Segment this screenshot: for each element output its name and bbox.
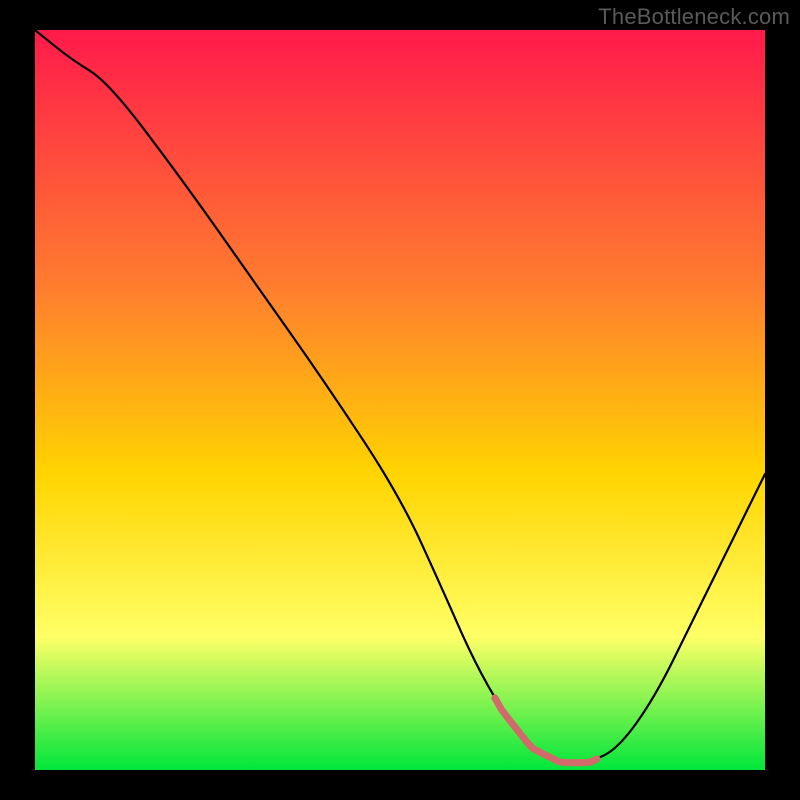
chart-svg (0, 0, 800, 800)
watermark-text: TheBottleneck.com (598, 4, 790, 30)
bottleneck-chart: TheBottleneck.com (0, 0, 800, 800)
plot-area (35, 30, 765, 770)
